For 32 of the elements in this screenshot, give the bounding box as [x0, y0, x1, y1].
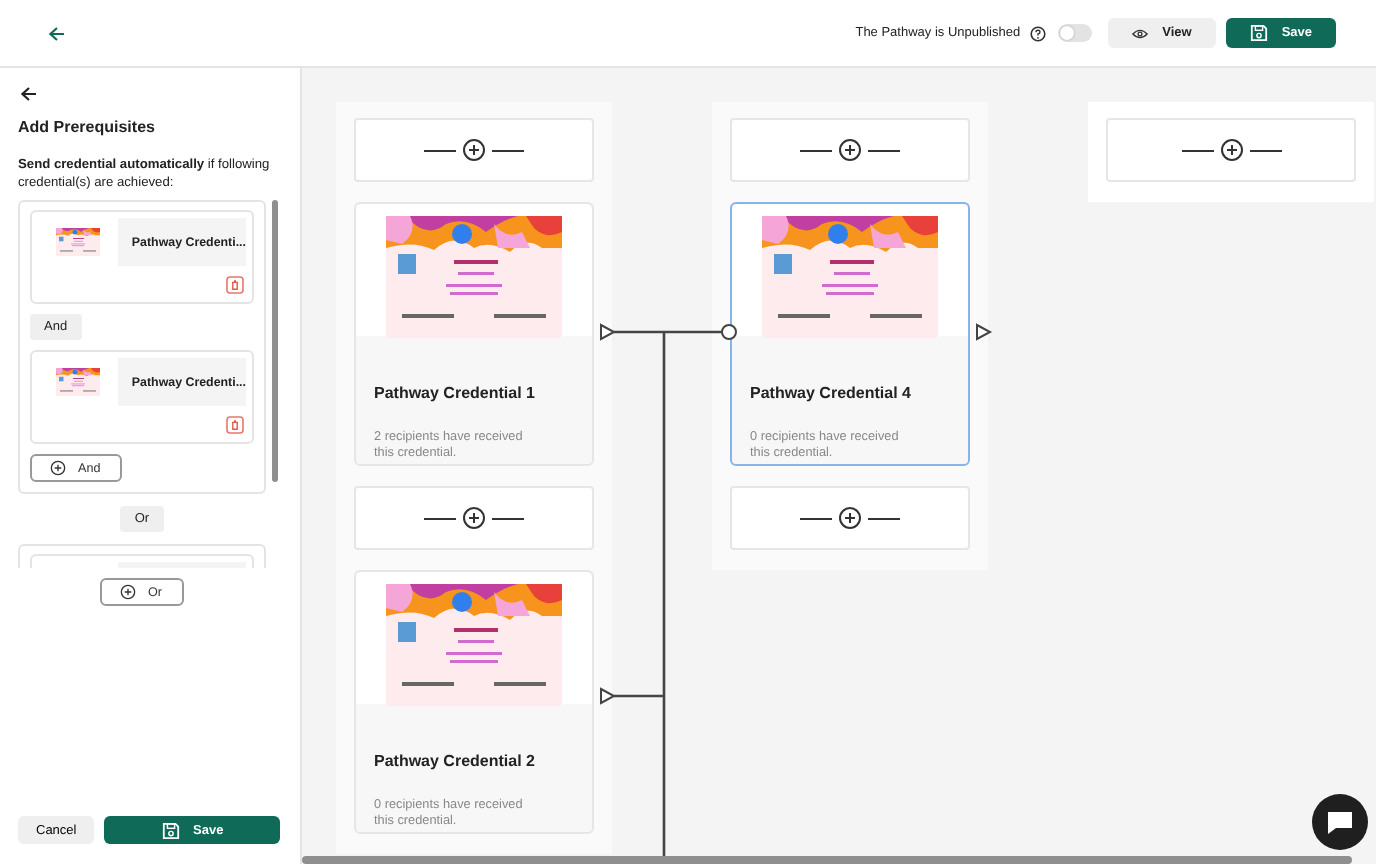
help-icon[interactable] — [1030, 25, 1047, 41]
trash-icon[interactable] — [226, 416, 244, 434]
credential-title: Pathway Credential 4 — [750, 384, 913, 402]
panel-title: Add Prerequisites — [18, 118, 157, 136]
eye-icon — [1132, 27, 1149, 39]
add-step-slot[interactable] — [730, 486, 970, 550]
input-port-icon[interactable] — [721, 324, 737, 340]
plus-circle-icon — [120, 584, 136, 600]
credential-title: Pathway Credential 2 — [374, 752, 537, 770]
publish-toggle[interactable] — [1058, 24, 1093, 42]
back-arrow-icon[interactable] — [48, 25, 66, 41]
add-step-slot[interactable] — [730, 118, 970, 182]
output-port-icon[interactable] — [600, 323, 617, 341]
plus-circle-icon — [50, 460, 66, 476]
certificate-thumbnail — [55, 228, 100, 256]
plus-circle-icon — [462, 506, 486, 530]
plus-circle-icon — [838, 138, 862, 162]
trash-icon[interactable] — [226, 276, 244, 294]
add-step-slot[interactable] — [354, 486, 594, 550]
credential-title: Pathway Credential 1 — [374, 384, 537, 402]
speech-bubble-icon — [1326, 809, 1354, 835]
plus-circle-icon — [462, 138, 486, 162]
scrollbar[interactable] — [272, 200, 278, 482]
scrollbar[interactable] — [302, 856, 1352, 864]
output-port-icon[interactable] — [600, 687, 617, 705]
certificate-thumbnail — [55, 368, 100, 396]
plus-circle-icon — [1219, 138, 1243, 162]
add-step-slot[interactable] — [354, 118, 594, 182]
plus-circle-icon — [838, 506, 862, 530]
chat-button[interactable] — [1312, 794, 1368, 850]
output-port-icon[interactable] — [976, 323, 993, 341]
back-arrow-icon[interactable] — [20, 86, 38, 102]
